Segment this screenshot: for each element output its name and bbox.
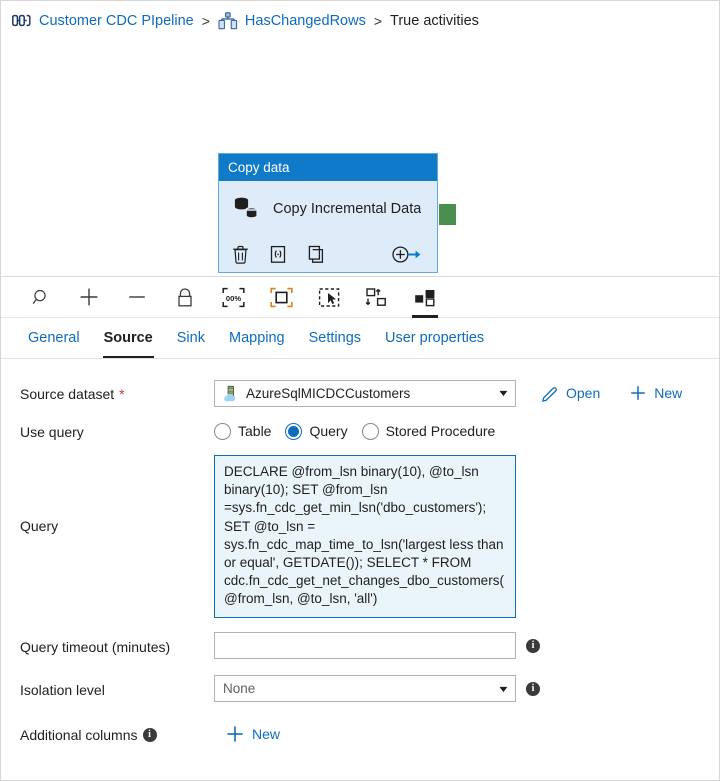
tab-source[interactable]: Source bbox=[92, 318, 165, 358]
breadcrumb-separator-2: > bbox=[373, 12, 383, 29]
copy-data-activity-node[interactable]: Copy data Copy Incremental Data bbox=[218, 153, 438, 273]
tab-mapping[interactable]: Mapping bbox=[217, 318, 297, 358]
radio-option-query[interactable]: Query bbox=[285, 422, 348, 440]
radio-label-query: Query bbox=[309, 423, 348, 439]
svg-text:00%: 00% bbox=[225, 293, 240, 302]
copy-data-icon bbox=[232, 195, 262, 223]
use-query-radio-group: Table Query Stored Procedure bbox=[214, 422, 496, 440]
clone-activity-icon[interactable] bbox=[308, 245, 346, 264]
isolation-level-info-icon[interactable]: i bbox=[526, 681, 540, 696]
tab-general[interactable]: General bbox=[16, 318, 92, 358]
query-timeout-input[interactable] bbox=[214, 632, 516, 660]
query-label: Query bbox=[20, 518, 59, 534]
radio-label-stored-procedure: Stored Procedure bbox=[385, 423, 496, 439]
chevron-down-icon: ▼ bbox=[496, 388, 511, 398]
radio-indicator-query bbox=[285, 422, 303, 440]
tab-user-properties[interactable]: User properties bbox=[373, 318, 496, 358]
isolation-level-label: Isolation level bbox=[20, 681, 105, 698]
breadcrumb-item-pipeline[interactable]: Customer CDC PIpeline bbox=[12, 13, 194, 29]
pipeline-activity-editor: Customer CDC PIpeline > HasChangedRows >… bbox=[0, 0, 720, 781]
select-mode-icon[interactable] bbox=[305, 277, 353, 317]
node-header-label: Copy data bbox=[228, 160, 290, 175]
if-condition-icon bbox=[218, 11, 238, 30]
toggle-panel-icon[interactable] bbox=[401, 277, 449, 318]
lock-canvas-icon[interactable] bbox=[161, 277, 209, 317]
breadcrumb-item-condition[interactable]: HasChangedRows bbox=[218, 11, 366, 30]
source-dataset-label: Source dataset bbox=[20, 386, 115, 402]
source-tab-panel: Source dataset * AzureSqlMICDCCustomers … bbox=[1, 359, 719, 780]
breadcrumb: Customer CDC PIpeline > HasChangedRows >… bbox=[1, 1, 719, 40]
auto-align-icon[interactable] bbox=[353, 277, 401, 317]
additional-columns-row: Additional columns i New bbox=[1, 714, 719, 754]
breadcrumb-current-label: True activities bbox=[390, 12, 479, 29]
azure-sql-mi-dataset-icon bbox=[223, 385, 238, 402]
zoom-out-icon[interactable] bbox=[113, 277, 161, 317]
pipeline-icon bbox=[12, 13, 32, 28]
node-body: Copy Incremental Data bbox=[219, 181, 437, 237]
zoom-search-icon[interactable] bbox=[17, 277, 65, 317]
tab-settings[interactable]: Settings bbox=[297, 318, 373, 358]
breadcrumb-pipeline-label[interactable]: Customer CDC PIpeline bbox=[39, 13, 194, 29]
isolation-level-select[interactable]: None ▼ bbox=[214, 675, 516, 703]
output-connector-handle[interactable] bbox=[439, 204, 456, 225]
chevron-down-icon-isolation: ▼ bbox=[496, 683, 511, 694]
new-dataset-button[interactable]: New bbox=[629, 384, 682, 402]
radio-option-stored-procedure[interactable]: Stored Procedure bbox=[361, 422, 496, 440]
node-activity-name: Copy Incremental Data bbox=[273, 201, 422, 217]
use-query-label: Use query bbox=[20, 424, 84, 440]
zoom-in-icon[interactable] bbox=[65, 277, 113, 317]
zoom-to-100-icon[interactable]: 00% bbox=[209, 277, 257, 317]
additional-columns-info-icon[interactable]: i bbox=[142, 727, 157, 742]
add-output-icon[interactable] bbox=[391, 245, 423, 264]
new-dataset-label: New bbox=[654, 385, 683, 401]
query-timeout-row: Query timeout (minutes) i bbox=[1, 627, 719, 665]
node-header: Copy data bbox=[219, 154, 437, 181]
required-marker: * bbox=[119, 386, 125, 402]
open-dataset-button[interactable]: Open bbox=[541, 384, 600, 402]
source-dataset-row: Source dataset * AzureSqlMICDCCustomers … bbox=[1, 372, 719, 414]
open-dataset-label: Open bbox=[566, 385, 601, 401]
radio-indicator-table bbox=[214, 422, 231, 440]
tab-sink[interactable]: Sink bbox=[165, 318, 217, 358]
add-additional-column-label: New bbox=[252, 725, 281, 742]
pipeline-canvas[interactable]: Copy data Copy Incremental Data bbox=[1, 40, 719, 276]
use-query-row: Use query Table Query Stored Procedure bbox=[1, 414, 719, 448]
add-additional-column-button[interactable]: New bbox=[225, 724, 280, 744]
source-dataset-select[interactable]: AzureSqlMICDCCustomers ▼ bbox=[214, 379, 516, 407]
additional-columns-label-group: Additional columns i bbox=[20, 725, 214, 743]
radio-indicator-stored-procedure bbox=[361, 422, 379, 440]
additional-columns-label: Additional columns bbox=[20, 726, 138, 743]
code-view-icon[interactable] bbox=[270, 245, 308, 264]
query-timeout-info-icon[interactable]: i bbox=[526, 638, 540, 653]
breadcrumb-condition-label[interactable]: HasChangedRows bbox=[245, 13, 366, 29]
isolation-level-value: None bbox=[223, 681, 256, 697]
radio-label-table: Table bbox=[238, 423, 272, 439]
node-toolbar bbox=[219, 237, 437, 272]
isolation-level-row: Isolation level None ▼ i bbox=[1, 670, 719, 708]
source-dataset-value: AzureSqlMICDCCustomers bbox=[246, 385, 411, 401]
plus-icon bbox=[629, 384, 647, 402]
query-input[interactable]: DECLARE @from_lsn binary(10), @to_lsn bi… bbox=[214, 455, 516, 618]
radio-option-table[interactable]: Table bbox=[214, 422, 272, 440]
source-dataset-label-group: Source dataset * bbox=[20, 384, 214, 402]
activity-tabs: General Source Sink Mapping Settings Use… bbox=[1, 318, 719, 359]
delete-activity-icon[interactable] bbox=[232, 245, 270, 264]
query-timeout-label: Query timeout (minutes) bbox=[20, 638, 171, 655]
breadcrumb-separator-1: > bbox=[201, 12, 210, 29]
plus-icon-additional-columns bbox=[225, 724, 245, 744]
canvas-toolbar: 00% bbox=[1, 276, 719, 318]
pencil-icon bbox=[541, 384, 559, 402]
zoom-to-fit-icon[interactable] bbox=[257, 277, 305, 317]
query-row: Query DECLARE @from_lsn binary(10), @to_… bbox=[1, 455, 719, 618]
